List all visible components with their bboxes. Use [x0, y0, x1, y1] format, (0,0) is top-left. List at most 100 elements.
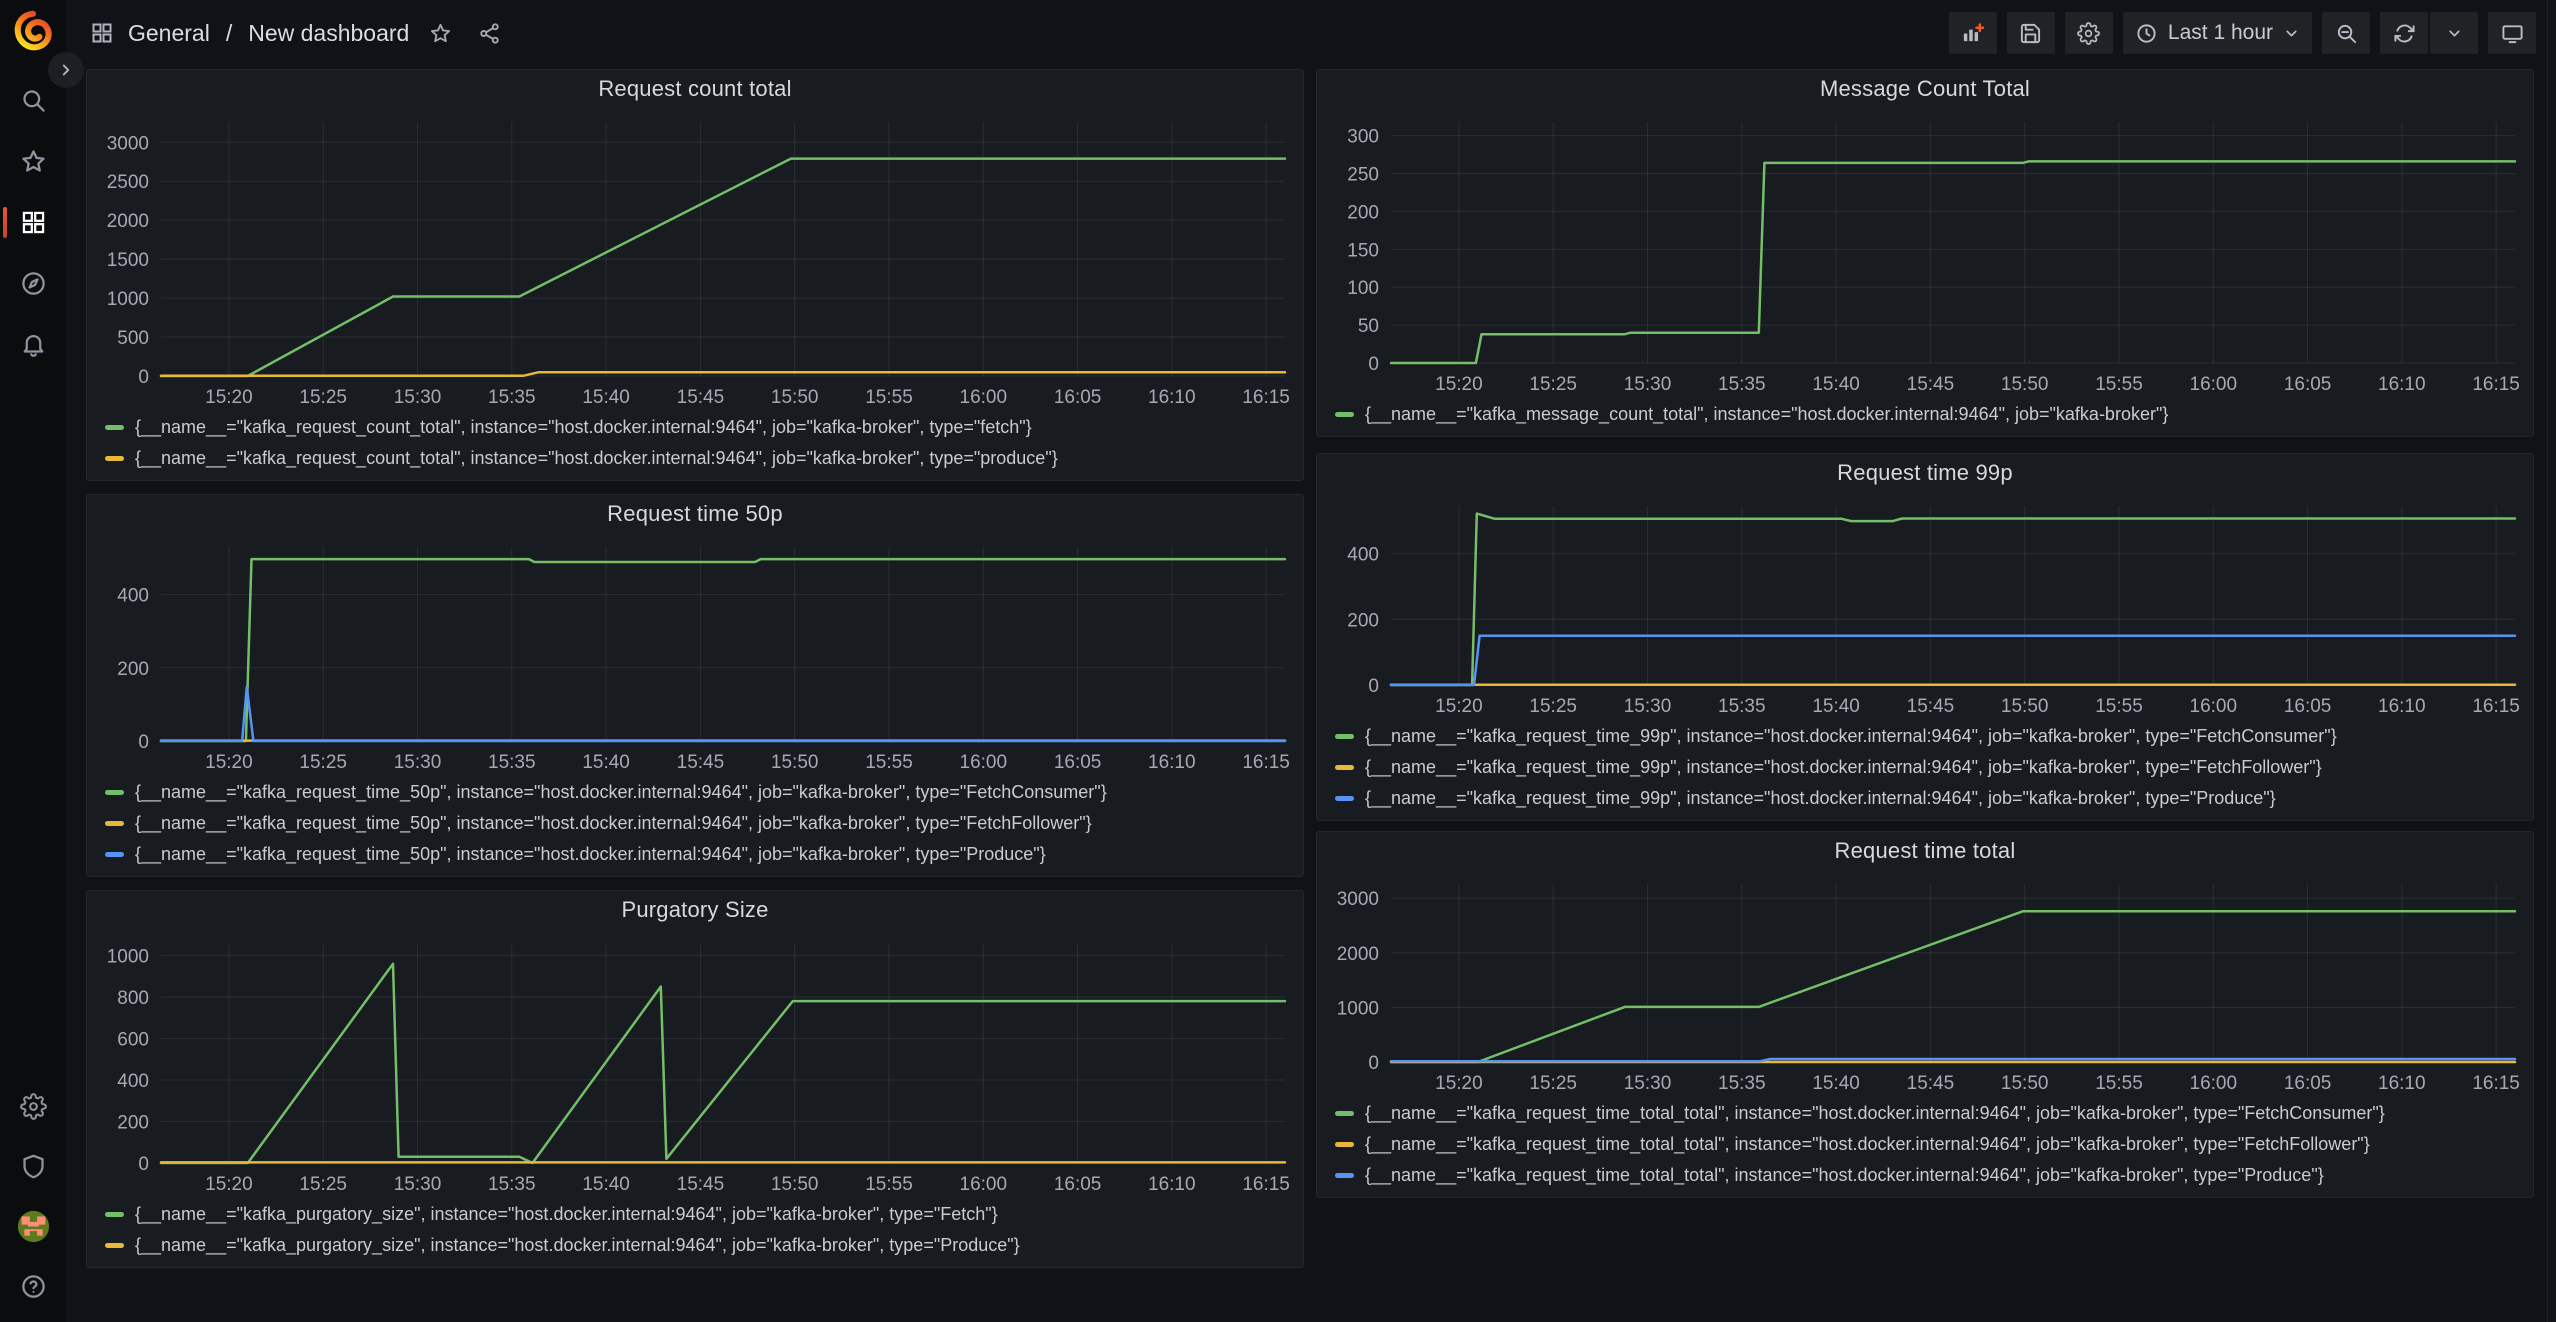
x-axis-tick-label: 16:05 [1054, 752, 1102, 773]
x-axis-tick-label: 15:35 [488, 387, 536, 408]
panel-title[interactable]: Request time 99p [1317, 454, 2533, 492]
x-axis-tick-label: 15:25 [299, 1174, 347, 1195]
series-color-swatch-icon[interactable] [1335, 796, 1354, 801]
search-icon [20, 87, 47, 114]
y-axis-tick-label: 300 [1347, 127, 1379, 148]
scrollbar-track[interactable] [2547, 0, 2556, 1322]
series-color-swatch-icon[interactable] [1335, 412, 1354, 417]
time-series-chart[interactable]: 15:2015:2515:3015:3515:4015:4515:5015:55… [87, 929, 1303, 1197]
user-avatar[interactable] [0, 1196, 66, 1256]
legend-label: {__name__="kafka_request_time_total_tota… [1365, 1103, 2385, 1124]
sidebar-item-starred[interactable] [0, 131, 66, 192]
star-icon [20, 148, 47, 175]
series-color-swatch-icon[interactable] [1335, 1142, 1354, 1147]
legend-item[interactable]: {__name__="kafka_request_time_total_tota… [1335, 1098, 2525, 1129]
legend-item[interactable]: {__name__="kafka_request_time_total_tota… [1335, 1129, 2525, 1160]
y-axis-tick-label: 1000 [1337, 998, 1379, 1019]
y-axis-tick-label: 0 [138, 367, 149, 388]
series-color-swatch-icon[interactable] [1335, 765, 1354, 770]
dashboard-panel: Message Count Total15:2015:2515:3015:351… [1316, 69, 2534, 437]
series-color-swatch-icon[interactable] [105, 1212, 124, 1217]
sidebar-item-alerting[interactable] [0, 314, 66, 375]
panel-title[interactable]: Purgatory Size [87, 891, 1303, 929]
x-axis-tick-label: 16:15 [2472, 1073, 2520, 1094]
legend-item[interactable]: {__name__="kafka_request_time_total_tota… [1335, 1160, 2525, 1191]
legend-item[interactable]: {__name__="kafka_request_time_50p", inst… [105, 777, 1295, 808]
x-axis-tick-label: 16:05 [2284, 1073, 2332, 1094]
series-color-swatch-icon[interactable] [105, 425, 124, 430]
x-axis-tick-label: 15:20 [1435, 374, 1483, 395]
y-axis-tick-label: 400 [117, 1071, 149, 1092]
x-axis-tick-label: 15:55 [2095, 374, 2143, 395]
sidebar-item-configuration[interactable] [0, 1076, 66, 1136]
legend-label: {__name__="kafka_request_count_total", i… [135, 417, 1032, 438]
x-axis-tick-label: 15:25 [299, 387, 347, 408]
dashboard-panel: Request time 99p15:2015:2515:3015:3515:4… [1316, 453, 2534, 821]
chart-legend: {__name__="kafka_request_count_total", i… [87, 410, 1303, 474]
sidebar-item-explore[interactable] [0, 253, 66, 314]
legend-item[interactable]: {__name__="kafka_request_count_total", i… [105, 412, 1295, 443]
legend-item[interactable]: {__name__="kafka_request_time_50p", inst… [105, 839, 1295, 870]
legend-item[interactable]: {__name__="kafka_message_count_total", i… [1335, 399, 2525, 430]
dashboard-panel: Request time 50p15:2015:2515:3015:3515:4… [86, 494, 1304, 877]
legend-item[interactable]: {__name__="kafka_request_count_total", i… [105, 443, 1295, 474]
time-series-chart[interactable]: 15:2015:2515:3015:3515:4015:4515:5015:55… [87, 108, 1303, 410]
x-axis-tick-label: 16:00 [960, 387, 1008, 408]
grafana-logo[interactable] [10, 8, 56, 54]
x-axis-tick-label: 15:55 [865, 387, 913, 408]
x-axis-tick-label: 16:15 [1242, 752, 1290, 773]
y-axis-tick-label: 500 [117, 328, 149, 349]
sidebar-bottom [0, 1076, 66, 1322]
series-color-swatch-icon[interactable] [105, 1243, 124, 1248]
x-axis-tick-label: 16:00 [2190, 696, 2238, 717]
panel-title[interactable]: Request time 50p [87, 495, 1303, 533]
grid-lines [161, 547, 1285, 741]
x-axis-tick-label: 15:30 [394, 1174, 442, 1195]
legend-item[interactable]: {__name__="kafka_purgatory_size", instan… [105, 1230, 1295, 1261]
series-color-swatch-icon[interactable] [105, 852, 124, 857]
series-color-swatch-icon[interactable] [105, 790, 124, 795]
series-line [161, 559, 1285, 741]
x-axis-tick-label: 15:35 [1718, 374, 1766, 395]
legend-item[interactable]: {__name__="kafka_request_time_50p", inst… [105, 808, 1295, 839]
y-axis-tick-label: 2000 [107, 211, 149, 232]
x-axis-tick-label: 15:20 [1435, 696, 1483, 717]
legend-item[interactable]: {__name__="kafka_request_time_99p", inst… [1335, 721, 2525, 752]
sidebar-item-server-admin[interactable] [0, 1136, 66, 1196]
sidebar-expand-button[interactable] [48, 52, 84, 88]
x-axis-tick-label: 15:20 [205, 387, 253, 408]
time-series-chart[interactable]: 15:2015:2515:3015:3515:4015:4515:5015:55… [87, 533, 1303, 775]
series-color-swatch-icon[interactable] [105, 821, 124, 826]
panel-title[interactable]: Request count total [87, 70, 1303, 108]
series-line [1391, 636, 2515, 685]
sidebar-item-dashboards[interactable] [0, 192, 66, 253]
x-axis-tick-label: 16:10 [1148, 387, 1196, 408]
x-axis-tick-label: 16:00 [2190, 1073, 2238, 1094]
panel-title[interactable]: Request time total [1317, 832, 2533, 870]
legend-item[interactable]: {__name__="kafka_purgatory_size", instan… [105, 1199, 1295, 1230]
grid-lines [1391, 506, 2515, 685]
x-axis-tick-label: 16:05 [2284, 696, 2332, 717]
legend-item[interactable]: {__name__="kafka_request_time_99p", inst… [1335, 783, 2525, 814]
time-series-chart[interactable]: 15:2015:2515:3015:3515:4015:4515:5015:55… [1317, 108, 2533, 397]
legend-label: {__name__="kafka_message_count_total", i… [1365, 404, 2168, 425]
sidebar-item-help[interactable] [0, 1256, 66, 1316]
x-axis-tick-label: 15:45 [677, 752, 725, 773]
series-color-swatch-icon[interactable] [105, 456, 124, 461]
x-axis-tick-label: 16:10 [1148, 752, 1196, 773]
series-color-swatch-icon[interactable] [1335, 1111, 1354, 1116]
time-series-chart[interactable]: 15:2015:2515:3015:3515:4015:4515:5015:55… [1317, 870, 2533, 1096]
x-axis-tick-label: 15:50 [2001, 374, 2049, 395]
time-series-chart[interactable]: 15:2015:2515:3015:3515:4015:4515:5015:55… [1317, 492, 2533, 719]
panel-title[interactable]: Message Count Total [1317, 70, 2533, 108]
legend-item[interactable]: {__name__="kafka_request_time_99p", inst… [1335, 752, 2525, 783]
y-axis-tick-label: 400 [117, 586, 149, 607]
y-axis-tick-label: 0 [1368, 676, 1379, 697]
x-axis-tick-label: 15:45 [677, 1174, 725, 1195]
sidebar [0, 0, 66, 1322]
grid-lines [161, 943, 1285, 1163]
x-axis-tick-label: 16:10 [2378, 696, 2426, 717]
series-color-swatch-icon[interactable] [1335, 1173, 1354, 1178]
series-color-swatch-icon[interactable] [1335, 734, 1354, 739]
y-axis-tick-label: 2500 [107, 172, 149, 193]
